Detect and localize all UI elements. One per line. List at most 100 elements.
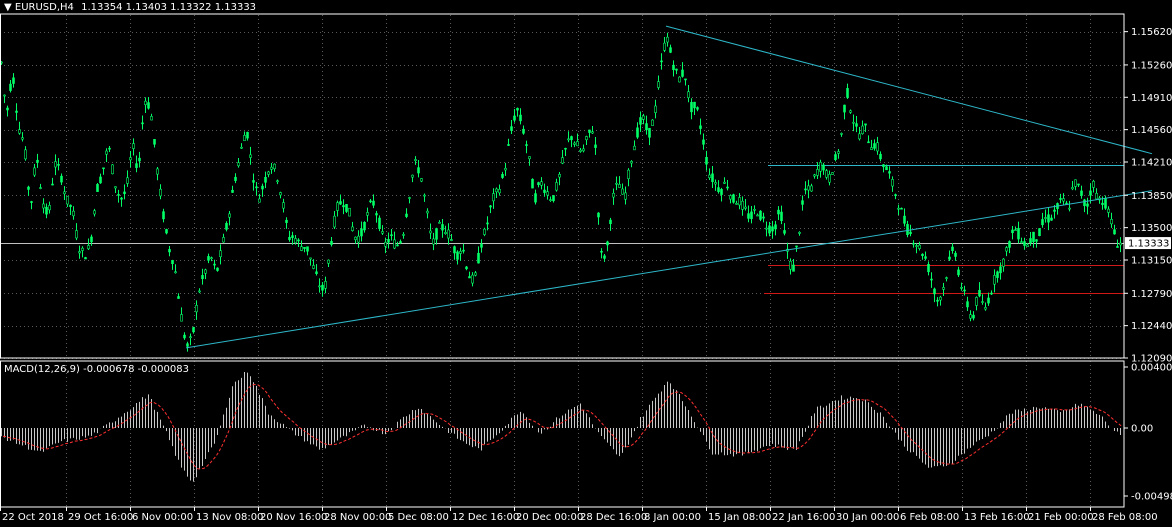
candle-body bbox=[546, 191, 549, 196]
candle-body bbox=[963, 289, 966, 292]
candle-body bbox=[375, 213, 378, 216]
candle-body bbox=[33, 167, 36, 176]
candle-body bbox=[444, 232, 447, 234]
candle-body bbox=[168, 249, 171, 253]
candle-body bbox=[888, 171, 891, 174]
candle-body bbox=[336, 202, 339, 211]
candle-body bbox=[201, 275, 204, 280]
candle-body bbox=[699, 125, 702, 129]
candle-body bbox=[867, 141, 870, 144]
macd-tick-label: -0.00498 bbox=[1131, 492, 1172, 503]
candle-body bbox=[63, 191, 66, 195]
candle-body bbox=[912, 242, 915, 245]
candle-body bbox=[447, 229, 450, 239]
candle-body bbox=[69, 204, 72, 208]
candle-body bbox=[351, 226, 354, 231]
candle-body bbox=[585, 136, 588, 141]
time-axis: 22 Oct 2018 29 Oct 16:006 Nov 00:00 13 Nov… bbox=[0, 507, 1158, 523]
candle-body bbox=[1074, 179, 1077, 187]
candle-body bbox=[651, 119, 654, 126]
candle-body bbox=[432, 238, 435, 245]
candle-body bbox=[843, 104, 846, 113]
candle-body bbox=[729, 195, 732, 200]
candle-body bbox=[429, 230, 432, 234]
candle-body bbox=[1050, 217, 1053, 221]
candle-body bbox=[666, 36, 669, 43]
price-tick-label: 1.15620 bbox=[1131, 27, 1172, 38]
candle-body bbox=[885, 166, 888, 171]
chart-menu-arrow-icon[interactable]: ▼ bbox=[4, 2, 12, 13]
candle-body bbox=[996, 271, 999, 278]
candle-body bbox=[147, 102, 150, 109]
candle-body bbox=[75, 230, 78, 239]
lower-trendline[interactable] bbox=[185, 190, 1153, 349]
candle-body bbox=[321, 284, 324, 291]
chart-canvas[interactable]: 1.15620 1.15260 1.14910 1.14560 1.14210 1.138… bbox=[0, 0, 1172, 527]
candle-body bbox=[42, 203, 45, 209]
candle-body bbox=[753, 208, 756, 211]
candle-body bbox=[1038, 228, 1041, 237]
time-tick-label: 22 Oct 2018 bbox=[2, 512, 64, 523]
candle-body bbox=[933, 288, 936, 295]
candle-body bbox=[21, 137, 24, 140]
candle-body bbox=[1101, 202, 1104, 205]
candle-body bbox=[399, 241, 402, 244]
time-tick-label: 12 Dec 16:00 bbox=[452, 512, 519, 523]
candle-body bbox=[702, 139, 705, 145]
candle-body bbox=[927, 264, 930, 273]
upper-trendline[interactable] bbox=[665, 25, 1153, 155]
candle-body bbox=[972, 314, 975, 319]
candle-body bbox=[129, 157, 132, 161]
candle-body bbox=[423, 194, 426, 197]
candle-body bbox=[474, 272, 477, 276]
candle-body bbox=[822, 164, 825, 171]
candle-body bbox=[132, 143, 135, 149]
candle-body bbox=[807, 185, 810, 191]
candle-body bbox=[693, 101, 696, 109]
candle-body bbox=[837, 151, 840, 154]
candle-body bbox=[303, 246, 306, 249]
candle-body bbox=[645, 123, 648, 131]
candle-body bbox=[192, 327, 195, 333]
candle-body bbox=[549, 199, 552, 201]
candle-body bbox=[990, 292, 993, 295]
horizontal-levels[interactable] bbox=[0, 165, 1124, 294]
trendlines[interactable] bbox=[185, 25, 1153, 349]
candle-body bbox=[219, 250, 222, 258]
candle-body bbox=[135, 163, 138, 168]
candle-body bbox=[708, 174, 711, 179]
candle-body bbox=[750, 211, 753, 220]
candle-body bbox=[558, 173, 561, 178]
macd-tick-label: 0.004009 bbox=[1131, 363, 1172, 374]
candle-body bbox=[846, 88, 849, 98]
candle-body bbox=[123, 191, 126, 195]
time-tick-label: 30 Jan 00:00 bbox=[836, 512, 899, 523]
candle-body bbox=[237, 162, 240, 167]
candle-body bbox=[501, 174, 504, 178]
candle-body bbox=[198, 290, 201, 293]
time-tick-label: 6 Nov 00:00 bbox=[132, 512, 193, 523]
candle-body bbox=[597, 212, 600, 218]
candle-body bbox=[951, 246, 954, 252]
candle-body bbox=[774, 224, 777, 230]
price-tick-label: 1.13850 bbox=[1131, 191, 1172, 202]
candle-body bbox=[18, 129, 21, 134]
candle-body bbox=[327, 259, 330, 264]
candle-body bbox=[903, 215, 906, 224]
candle-body bbox=[126, 177, 129, 184]
candle-body bbox=[87, 245, 90, 250]
candle-body bbox=[405, 213, 408, 217]
candle-body bbox=[396, 244, 399, 247]
candle-body bbox=[921, 253, 924, 257]
candle-body bbox=[384, 242, 387, 247]
candle-body bbox=[84, 257, 87, 260]
candle-body bbox=[588, 129, 591, 133]
candle-body bbox=[504, 167, 507, 171]
candle-body bbox=[381, 231, 384, 234]
candle-body bbox=[978, 290, 981, 297]
candle-body bbox=[204, 269, 207, 274]
candle-body bbox=[417, 167, 420, 174]
candle-body bbox=[159, 188, 162, 197]
candle-body bbox=[225, 223, 228, 230]
candle-body bbox=[60, 175, 63, 183]
